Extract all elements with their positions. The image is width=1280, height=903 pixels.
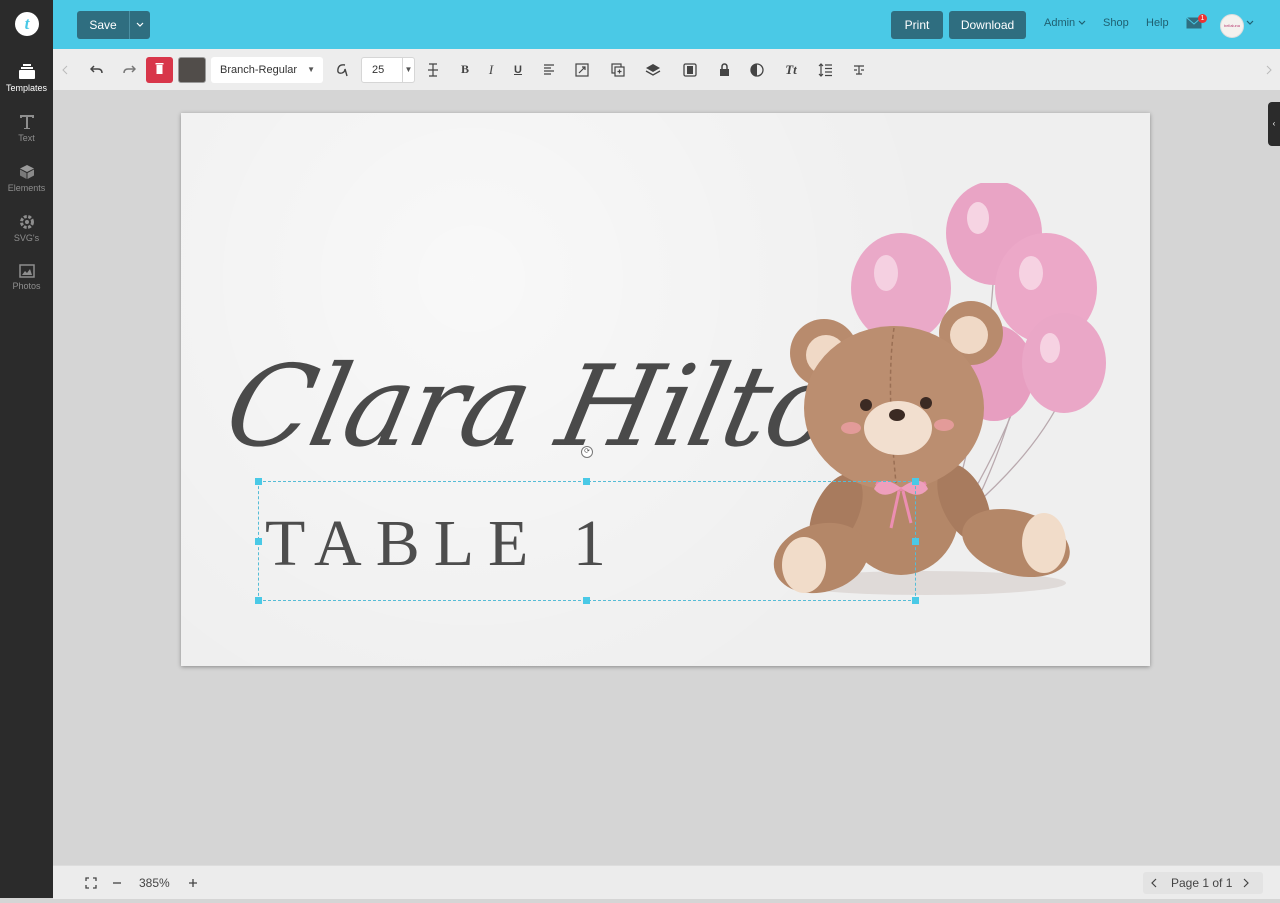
resize-icon	[575, 62, 589, 77]
font-size-dropdown[interactable]: ▼	[403, 57, 415, 83]
line-height-button[interactable]	[816, 49, 834, 90]
lock-icon	[719, 63, 729, 76]
resize-handle-top[interactable]	[583, 478, 590, 485]
sidebar-item-photos[interactable]: Photos	[0, 264, 53, 291]
save-element-button[interactable]	[681, 49, 699, 90]
sidebar-item-elements[interactable]: Elements	[0, 164, 53, 193]
zoom-out-button[interactable]	[109, 862, 125, 903]
line-height-icon	[818, 62, 832, 77]
sidebar-item-label: Templates	[5, 83, 48, 93]
opacity-button[interactable]	[748, 49, 766, 90]
font-family-value: Branch-Regular	[220, 64, 298, 76]
spacing-icon	[428, 62, 438, 77]
toolbar-scroll-left[interactable]	[59, 49, 71, 90]
chevron-down-icon	[136, 22, 144, 27]
resize-button[interactable]	[573, 49, 591, 90]
resize-handle-right[interactable]	[912, 538, 919, 545]
footer-bar: 385% Page 1 of 1	[53, 865, 1280, 899]
align-left-icon	[544, 64, 554, 75]
resize-handle-left[interactable]	[255, 538, 262, 545]
layers-button[interactable]	[644, 49, 662, 90]
underline-button[interactable]: U	[509, 49, 527, 90]
opacity-icon	[750, 62, 764, 77]
top-bar: Save Print Download Admin Shop Help 1 be…	[53, 0, 1280, 49]
templates-icon	[18, 64, 35, 79]
resize-handle-bottom-right[interactable]	[912, 597, 919, 604]
save-element-icon	[683, 62, 697, 77]
chevron-left-icon	[1151, 878, 1157, 887]
text-effects-icon	[854, 64, 864, 75]
admin-menu[interactable]: Admin	[1044, 17, 1086, 29]
text-effects-button[interactable]	[850, 49, 868, 90]
letter-spacing-button[interactable]	[425, 49, 441, 90]
chevron-down-icon	[1078, 20, 1086, 25]
italic-button[interactable]: I	[482, 49, 500, 90]
align-left-button[interactable]	[540, 49, 558, 90]
shop-link[interactable]: Shop	[1103, 17, 1129, 29]
next-page-button[interactable]	[1239, 862, 1253, 903]
resize-handle-top-right[interactable]	[912, 478, 919, 485]
zoom-level: 385%	[139, 876, 170, 890]
app-logo[interactable]: t	[15, 12, 39, 36]
mail-badge: 1	[1198, 14, 1207, 23]
sidebar-item-label: Text	[18, 133, 35, 143]
chevron-right-icon	[1243, 878, 1249, 887]
help-link[interactable]: Help	[1146, 17, 1169, 29]
download-button[interactable]: Download	[949, 11, 1026, 39]
trash-icon	[155, 63, 164, 74]
left-sidebar: t Templates Text Elements SVG's Photos	[0, 0, 53, 898]
layers-icon	[645, 64, 661, 76]
sidebar-item-templates[interactable]: Templates	[0, 64, 53, 93]
toolbar-scroll-right[interactable]	[1263, 49, 1275, 90]
save-options-button[interactable]	[129, 11, 150, 39]
bold-button[interactable]: B	[456, 49, 474, 90]
sidebar-item-svgs[interactable]: SVG's	[0, 214, 53, 243]
print-button[interactable]: Print	[891, 11, 943, 39]
sidebar-item-label: Photos	[12, 281, 41, 291]
chevron-down-icon[interactable]	[1246, 18, 1254, 26]
text-transform-button[interactable]: Tt	[781, 49, 801, 90]
chevron-left-icon	[62, 65, 68, 74]
lock-button[interactable]	[715, 49, 733, 90]
sidebar-item-label: Elements	[7, 183, 46, 193]
duplicate-button[interactable]	[609, 49, 627, 90]
panel-toggle-tab[interactable]: ‹	[1268, 102, 1280, 146]
prev-page-button[interactable]	[1147, 862, 1161, 903]
text-color-swatch[interactable]	[178, 57, 206, 83]
sidebar-item-label: SVG's	[13, 233, 40, 243]
script-font-icon	[337, 63, 348, 76]
font-family-select[interactable]: Branch-Regular ▼	[211, 57, 323, 83]
delete-button[interactable]	[146, 57, 173, 83]
duplicate-icon	[611, 62, 625, 77]
rotate-handle[interactable]: ⟳	[581, 446, 593, 458]
admin-label: Admin	[1044, 17, 1076, 29]
zoom-in-button[interactable]	[185, 862, 201, 903]
fullscreen-icon	[85, 876, 97, 889]
minus-icon	[113, 881, 121, 884]
chevron-right-icon	[1266, 65, 1272, 74]
redo-icon	[122, 64, 136, 73]
resize-handle-bottom-left[interactable]	[255, 597, 262, 604]
editor-toolbar: Branch-Regular ▼ 25 ▼ B I U Tt	[53, 49, 1280, 91]
place-card-canvas[interactable]: Clara Hilton TABLE 1 ⟳	[181, 113, 1150, 666]
undo-icon	[89, 64, 103, 73]
font-size-input[interactable]: 25	[361, 57, 403, 83]
cube-icon	[19, 165, 34, 179]
avatar[interactable]: bellaluna	[1220, 14, 1244, 38]
plus-icon	[189, 878, 197, 887]
gear-icon	[19, 215, 34, 229]
font-style-button[interactable]	[334, 49, 350, 90]
undo-button[interactable]	[86, 49, 106, 90]
save-button[interactable]: Save	[77, 11, 129, 39]
redo-button[interactable]	[119, 49, 139, 90]
resize-handle-top-left[interactable]	[255, 478, 262, 485]
fit-screen-button[interactable]	[83, 862, 99, 903]
chevron-down-icon: ▼	[307, 65, 315, 74]
selection-box	[258, 481, 916, 601]
photo-icon	[18, 264, 35, 278]
sidebar-item-text[interactable]: Text	[0, 114, 53, 143]
resize-handle-bottom[interactable]	[583, 597, 590, 604]
text-icon	[19, 115, 34, 129]
page-indicator: Page 1 of 1	[1171, 876, 1233, 890]
